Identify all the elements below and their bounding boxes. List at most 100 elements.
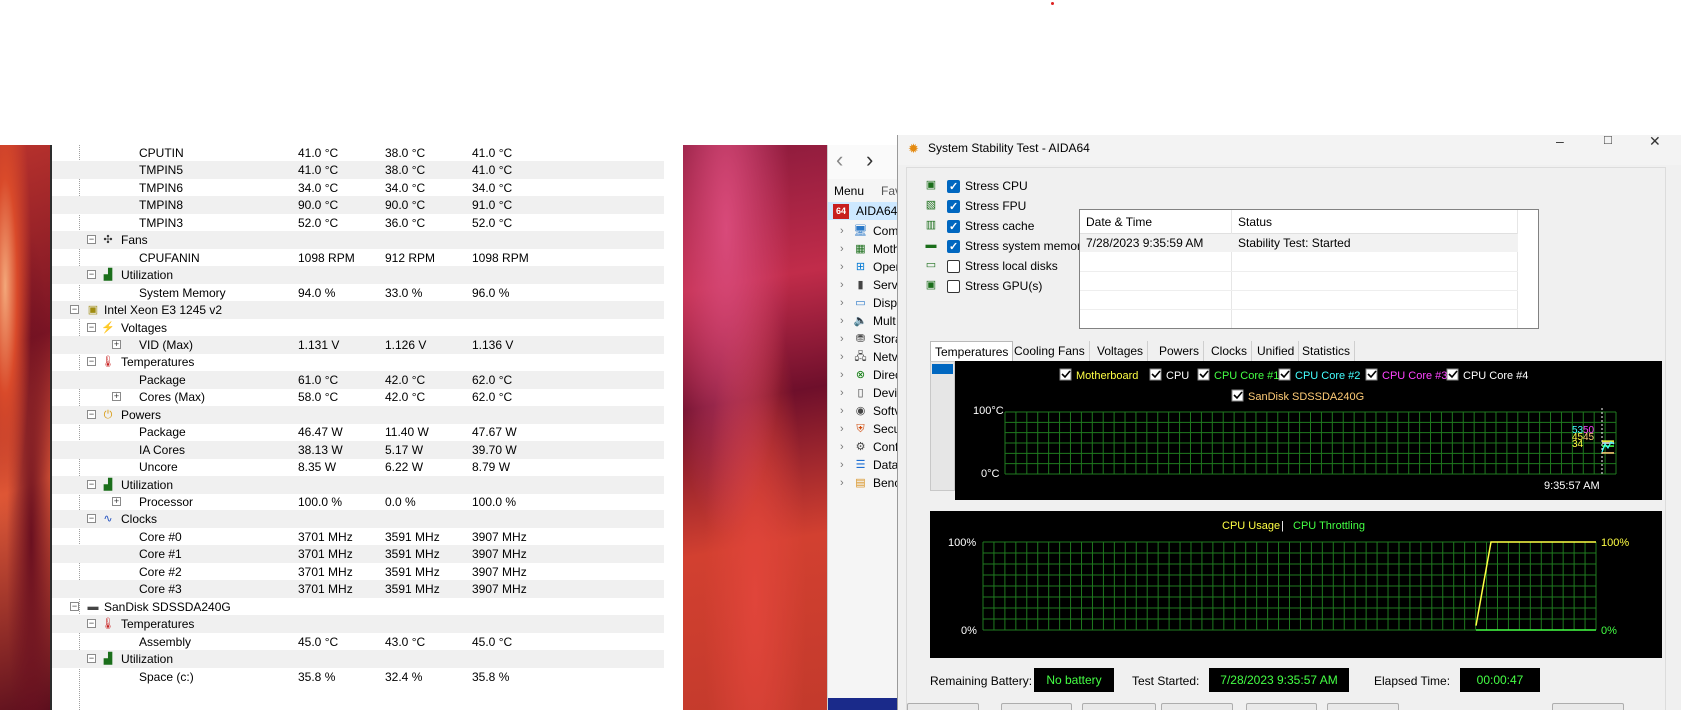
chevron-right-icon[interactable]: › — [840, 348, 844, 366]
maximize-button[interactable]: □ — [1604, 132, 1612, 147]
tree-item[interactable]: › ⊗ Direc — [828, 366, 898, 384]
start-button[interactable]: Start — [907, 703, 979, 710]
tree-item[interactable]: › ▭ Disp — [828, 294, 898, 312]
title-bar[interactable]: ✹ System Stability Test - AIDA64 – □ ✕ — [898, 132, 1681, 165]
chevron-right-icon[interactable]: › — [840, 402, 844, 420]
sensor-group-row[interactable]: − ∿ Clocks — [52, 510, 664, 529]
collapse-toggle[interactable]: − — [87, 409, 96, 419]
sensor-row[interactable]: Core #0 3701 MHz 3591 MHz 3907 MHz — [52, 528, 664, 546]
collapse-toggle[interactable]: − — [87, 322, 96, 332]
tab-temperatures[interactable]: Temperatures — [930, 341, 1014, 361]
chevron-right-icon[interactable]: › — [840, 276, 844, 294]
tree-item[interactable]: › ▤ Benc — [828, 474, 898, 492]
sensor-row[interactable]: + VID (Max) 1.131 V 1.126 V 1.136 V — [52, 335, 664, 354]
sensor-row[interactable]: TMPIN6 34.0 °C 34.0 °C 34.0 °C — [52, 179, 664, 197]
chevron-right-icon[interactable]: › — [840, 330, 844, 348]
tree-item[interactable]: › 🖥 Com — [828, 222, 898, 240]
tree-item-aida64-root[interactable]: 64 AIDA64 — [828, 202, 898, 220]
cpuid-button[interactable]: CPUID — [1246, 703, 1317, 710]
chevron-right-icon[interactable]: › — [840, 366, 844, 384]
aida64-main-window[interactable]: ‹ › Menu Fav 64 AIDA64 › 🖥 Com › ▦ Moth › ⊞ Oper… — [827, 145, 901, 710]
sensor-row[interactable]: Core #3 3701 MHz 3591 MHz 3907 MHz — [52, 580, 664, 599]
save-button[interactable]: Save — [1161, 703, 1233, 710]
stress-checkbox[interactable] — [947, 238, 960, 256]
sensor-row[interactable]: TMPIN8 90.0 °C 90.0 °C 91.0 °C — [52, 196, 664, 215]
chevron-right-icon[interactable]: › — [840, 294, 844, 312]
graph-side-strip[interactable] — [930, 361, 955, 491]
system-stability-test-window[interactable]: ✹ System Stability Test - AIDA64 – □ ✕ ▣… — [897, 132, 1681, 710]
sensor-row[interactable]: CPUFANIN 1098 RPM 912 RPM 1098 RPM — [52, 249, 664, 267]
expand-toggle[interactable]: + — [112, 497, 121, 506]
sensor-group-row[interactable]: − ⚡ Voltages — [52, 319, 664, 337]
stop-button[interactable]: Stop — [1001, 703, 1072, 710]
chevron-right-icon[interactable]: › — [840, 420, 844, 438]
stress-checkbox[interactable] — [947, 218, 960, 236]
collapse-toggle[interactable]: − — [87, 479, 96, 489]
tab-powers[interactable]: Powers — [1155, 341, 1205, 361]
sensor-row[interactable]: IA Cores 38.13 W 5.17 W 39.70 W — [52, 440, 664, 459]
collapse-toggle[interactable]: − — [70, 601, 79, 611]
tree-item[interactable]: › ▦ Moth — [828, 240, 898, 258]
col-status[interactable]: Status — [1238, 215, 1272, 229]
tab-statistics[interactable]: Statistics — [1298, 341, 1356, 361]
stress-checkbox[interactable] — [947, 198, 960, 216]
tree-item[interactable]: › ⚙ Conf — [828, 438, 898, 456]
tab-menu[interactable]: Menu — [834, 181, 864, 201]
close-button[interactable]: Close — [1552, 703, 1624, 710]
collapse-toggle[interactable]: − — [87, 270, 96, 280]
sensor-row[interactable]: Package 46.47 W 11.40 W 47.67 W — [52, 423, 664, 441]
close-button[interactable]: ✕ — [1649, 133, 1661, 150]
sensor-group-row[interactable]: − ▣ Intel Xeon E3 1245 v2 — [52, 301, 664, 320]
tab-cooling-fans[interactable]: Cooling Fans — [1010, 341, 1090, 361]
sensor-group-row[interactable]: − 🌡 Temperatures — [52, 353, 664, 371]
chevron-right-icon[interactable]: › — [840, 456, 844, 474]
expand-toggle[interactable]: + — [112, 392, 121, 402]
sensor-row[interactable]: Assembly 45.0 °C 43.0 °C 45.0 °C — [52, 633, 664, 651]
tab-unified[interactable]: Unified — [1253, 341, 1300, 361]
back-button[interactable]: ‹ — [836, 147, 843, 173]
sensor-group-row[interactable]: − 🌡 Temperatures — [52, 615, 664, 634]
sensor-group-row[interactable]: − ▟ Utilization — [52, 475, 664, 494]
tree-item[interactable]: › ▯ Devi — [828, 384, 898, 402]
sensor-group-row[interactable]: − ▟ Utilization — [52, 650, 664, 669]
tree-item[interactable]: › ⊞ Oper — [828, 258, 898, 276]
chevron-right-icon[interactable]: › — [840, 222, 844, 240]
collapse-toggle[interactable]: − — [87, 619, 96, 629]
collapse-toggle[interactable]: − — [70, 305, 79, 315]
collapse-toggle[interactable]: − — [87, 235, 96, 245]
tree-item[interactable]: › 🖧 Netv — [828, 348, 898, 366]
event-log-table[interactable]: Date & Time Status 7/28/2023 9:35:59 AM … — [1079, 209, 1539, 329]
collapse-toggle[interactable]: − — [87, 357, 96, 367]
tab-clocks[interactable]: Clocks — [1207, 341, 1253, 361]
stress-checkbox[interactable] — [947, 178, 960, 196]
preferences-button[interactable]: Preferences — [1327, 703, 1399, 710]
tree-item[interactable]: › ☰ Data — [828, 456, 898, 474]
forward-button[interactable]: › — [866, 147, 873, 173]
sensor-row[interactable]: TMPIN3 52.0 °C 36.0 °C 52.0 °C — [52, 214, 664, 232]
stress-checkbox[interactable] — [947, 280, 960, 293]
sensor-group-row[interactable]: − ▬ SanDisk SDSSDA240G — [52, 598, 664, 616]
chevron-right-icon[interactable]: › — [840, 312, 844, 330]
sensor-row[interactable]: + Cores (Max) 58.0 °C 42.0 °C 62.0 °C — [52, 388, 664, 406]
tab-voltages[interactable]: Voltages — [1093, 341, 1149, 361]
tree-item[interactable]: › ◉ Softv — [828, 402, 898, 420]
sensor-row[interactable]: Space (c:) 35.8 % 32.4 % 35.8 % — [52, 668, 664, 686]
stress-checkbox[interactable] — [947, 260, 960, 273]
sensor-row[interactable]: Core #2 3701 MHz 3591 MHz 3907 MHz — [52, 563, 664, 581]
col-date-time[interactable]: Date & Time — [1086, 215, 1152, 229]
collapse-toggle[interactable]: − — [87, 514, 96, 524]
tree-item[interactable]: › ⛨ Secu — [828, 420, 898, 438]
sensor-group-row[interactable]: − ▟ Utilization — [52, 266, 664, 285]
sensor-row[interactable]: Uncore 8.35 W 6.22 W 8.79 W — [52, 458, 664, 476]
sensor-row[interactable]: + Processor 100.0 % 0.0 % 100.0 % — [52, 493, 664, 511]
sensor-row[interactable]: Core #1 3701 MHz 3591 MHz 3907 MHz — [52, 545, 664, 564]
chevron-right-icon[interactable]: › — [840, 384, 844, 402]
sensor-row[interactable]: Package 61.0 °C 42.0 °C 62.0 °C — [52, 370, 664, 389]
tree-item[interactable]: › 🔈 Mult — [828, 312, 898, 330]
chevron-right-icon[interactable]: › — [840, 474, 844, 492]
minimize-button[interactable]: – — [1556, 133, 1564, 149]
collapse-toggle[interactable]: − — [87, 654, 96, 664]
sensor-row[interactable]: TMPIN5 41.0 °C 38.0 °C 41.0 °C — [52, 161, 664, 180]
table-row[interactable]: 7/28/2023 9:35:59 AM Stability Test: Sta… — [1080, 234, 1518, 252]
sensor-row[interactable]: CPUTIN 41.0 °C 38.0 °C 41.0 °C — [52, 145, 664, 162]
